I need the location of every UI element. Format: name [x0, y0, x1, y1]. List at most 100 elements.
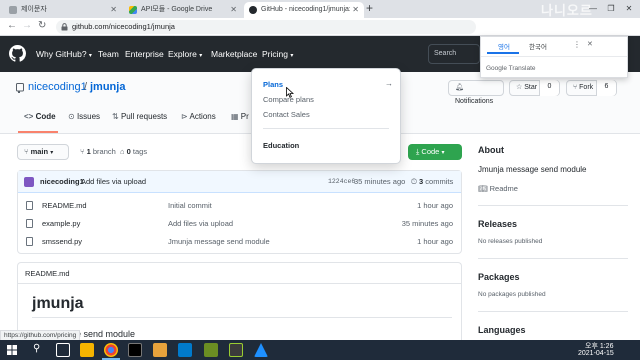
- fork-button[interactable]: ⑂ Fork 6: [566, 80, 617, 96]
- close-icon[interactable]: ✕: [587, 40, 593, 48]
- google-translate-brand: Google Translate: [486, 65, 536, 72]
- table-row: smssend.py Jmunja message send module 1 …: [18, 232, 461, 251]
- github-logo-icon[interactable]: [9, 45, 26, 62]
- readme-link-label: Readme: [489, 184, 518, 193]
- star-button[interactable]: ☆ Star 0: [509, 80, 560, 96]
- latest-commit-bar: nicecoding1 Add files via upload 1224ce6…: [18, 171, 461, 193]
- repo-owner-link[interactable]: nicecoding1: [28, 81, 87, 93]
- google-drive-icon: [129, 6, 137, 14]
- nav-label: Pricing: [262, 49, 288, 59]
- url-text: github.com/nicecoding1/jmunja: [72, 22, 175, 31]
- nav-team[interactable]: Team: [98, 49, 119, 59]
- repo-name-link[interactable]: jmunja: [90, 81, 125, 93]
- file-name-link[interactable]: README.md: [42, 196, 87, 215]
- vscode-icon[interactable]: [178, 343, 192, 357]
- translate-source-lang[interactable]: 영어: [498, 41, 510, 51]
- reload-icon[interactable]: ↻: [38, 20, 46, 31]
- file-age: 1 hour ago: [417, 201, 453, 210]
- tab-issues[interactable]: ⊙ Issues: [68, 112, 100, 121]
- nav-marketplace[interactable]: Marketplace: [211, 49, 257, 59]
- file-commit-message[interactable]: Initial commit: [168, 196, 212, 215]
- nav-explore[interactable]: Explore ▾: [168, 49, 202, 59]
- close-window-icon[interactable]: ✕: [620, 0, 638, 18]
- tab-pull-requests[interactable]: ⇅ Pull requests: [112, 112, 167, 121]
- readme-title: jmunja: [32, 295, 84, 312]
- tab-actions[interactable]: ⊳ Actions: [181, 112, 216, 121]
- nav-pricing[interactable]: Pricing ▾: [262, 49, 293, 59]
- app-icon[interactable]: [204, 343, 218, 357]
- code-download-button[interactable]: ⤓ Code ▾: [408, 144, 462, 160]
- file-commit-message[interactable]: Jmunja message send module: [168, 232, 270, 251]
- back-icon[interactable]: ←: [7, 20, 17, 31]
- tab-code[interactable]: <> Code: [24, 112, 56, 121]
- table-row: example.py Add files via upload 35 minut…: [18, 214, 461, 233]
- tags-link[interactable]: ⌂ 0 tags: [120, 147, 147, 156]
- app-icon[interactable]: [229, 343, 243, 357]
- commit-message[interactable]: Add files via upload: [81, 177, 146, 186]
- readme-link[interactable]: 📖︎ Readme: [478, 184, 518, 193]
- task-view-icon[interactable]: [56, 343, 70, 357]
- file-name-link[interactable]: smssend.py: [42, 232, 82, 251]
- browser-tab-jmunja[interactable]: 제이문자 ✕: [4, 2, 122, 18]
- terminal-icon[interactable]: [128, 343, 142, 357]
- windows-start-icon[interactable]: [7, 345, 17, 355]
- clock-time-value: 1:26: [599, 343, 614, 350]
- file-commit-message[interactable]: Add files via upload: [168, 214, 233, 233]
- nav-why-github[interactable]: Why GitHub? ▾: [36, 49, 92, 59]
- menu-item-contact-sales[interactable]: Contact Sales: [263, 110, 310, 119]
- close-tab-icon[interactable]: ✕: [110, 2, 117, 18]
- maximize-icon[interactable]: ❐: [602, 0, 620, 18]
- about-text: Jmunja message send module: [478, 165, 587, 174]
- tab-projects[interactable]: ▦ Pr: [231, 112, 249, 121]
- book-icon: 📖︎: [478, 184, 488, 193]
- commits-link[interactable]: 🕓︎ 3 commits: [411, 177, 453, 187]
- address-bar[interactable]: github.com/nicecoding1/jmunja: [56, 20, 476, 34]
- branch-count: 1: [86, 147, 91, 156]
- repo-path-separator: /: [84, 81, 88, 93]
- commits-word: commits: [425, 177, 454, 186]
- minimize-icon[interactable]: —: [584, 0, 602, 18]
- search-input[interactable]: Search: [428, 44, 480, 64]
- file-name-link[interactable]: example.py: [42, 214, 80, 233]
- file-icon: [26, 237, 33, 246]
- menu-item-education[interactable]: Education: [263, 141, 299, 150]
- arrow-right-icon: →: [385, 79, 393, 88]
- browser-tab-github[interactable]: GitHub - nicecoding1/jmunja: J ✕: [244, 2, 364, 18]
- more-options-icon[interactable]: ⋮: [573, 40, 581, 49]
- browser-tab-google-drive[interactable]: API모듈 - Google Drive ✕: [124, 2, 242, 18]
- branches-link[interactable]: ⑂ 1 branch: [80, 147, 116, 156]
- star-count[interactable]: 0: [539, 80, 559, 96]
- commit-author[interactable]: nicecoding1: [40, 177, 84, 186]
- tab-label: Pr: [240, 112, 249, 121]
- bell-icon: 🔔︎: [455, 84, 464, 91]
- code-icon: <>: [24, 112, 34, 121]
- fork-count[interactable]: 6: [596, 80, 616, 96]
- menu-item-plans[interactable]: Plans: [263, 80, 283, 89]
- notifications-button[interactable]: 🔔︎ Notifications: [448, 80, 504, 105]
- packages-heading[interactable]: Packages: [478, 272, 520, 282]
- windows-taskbar: ⚲ 오후 1:26 2021-04-15: [0, 340, 640, 360]
- search-icon[interactable]: ⚲: [33, 343, 40, 354]
- branch-name: main: [30, 147, 49, 156]
- translate-target-lang[interactable]: 한국어: [529, 41, 547, 51]
- commit-hash[interactable]: 1224ce6: [328, 178, 355, 185]
- new-tab-button[interactable]: +: [366, 1, 373, 15]
- chrome-icon[interactable]: [104, 343, 118, 357]
- tag-icon: ⌂: [120, 147, 125, 156]
- close-tab-icon[interactable]: ✕: [350, 2, 359, 18]
- nav-enterprise[interactable]: Enterprise: [125, 49, 164, 59]
- clock-date: 2021-04-15: [578, 350, 614, 357]
- avatar[interactable]: [24, 177, 34, 187]
- forward-icon[interactable]: →: [22, 20, 32, 31]
- notifications-label: Notifications: [455, 98, 494, 105]
- releases-heading[interactable]: Releases: [478, 219, 517, 229]
- mouse-cursor-icon: [286, 87, 294, 98]
- branch-select-button[interactable]: ⑂ main ▾: [17, 144, 69, 160]
- app-icon[interactable]: [153, 343, 167, 357]
- chevron-down-icon: ▾: [290, 53, 294, 59]
- fork-label: Fork: [579, 84, 594, 91]
- close-tab-icon[interactable]: ✕: [230, 2, 237, 18]
- translate-popup: 영어 한국어 ⋮ ✕ Google Translate: [480, 36, 628, 78]
- app-icon[interactable]: [254, 343, 268, 357]
- file-explorer-icon[interactable]: [80, 343, 94, 357]
